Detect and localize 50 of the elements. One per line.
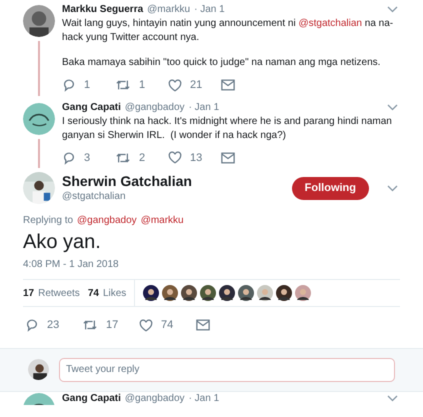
tweet-date[interactable]: · Jan 1 — [194, 3, 225, 16]
chevron-icon[interactable] — [387, 104, 398, 110]
tweet-text: I seriously think na hack. It's midnight where he is and parang hindi naman ganyan si Sherwin IRL. (I wonder if na hack nga?) — [62, 114, 393, 142]
tweet-text: Wait lang guys, hintayin natin yung announcement ni @stgatchalian na na-hack yung Twitter account nya. — [62, 17, 394, 45]
like-count: 21 — [190, 78, 202, 93]
author-handle[interactable]: @gangbadoy — [124, 100, 185, 114]
envelope-icon[interactable] — [196, 319, 210, 332]
chevron-icon[interactable] — [387, 184, 398, 192]
retweet-icon[interactable] — [82, 318, 98, 332]
retweet-count: 2 — [139, 150, 146, 166]
retweets-label[interactable]: Retweets — [38, 286, 80, 300]
tweet-date[interactable]: · Jan 1 — [188, 100, 220, 114]
following-button[interactable]: Following — [292, 176, 369, 200]
tweet-timestamp[interactable]: 4:08 PM - 1 Jan 2018 — [23, 258, 400, 271]
chevron-icon[interactable] — [387, 395, 398, 402]
reply-field[interactable]: Tweet your reply — [59, 358, 395, 382]
mention-link[interactable]: @markku — [140, 214, 184, 227]
reply-icon[interactable] — [62, 150, 76, 165]
author-name[interactable]: Gang Capati — [62, 392, 121, 404]
replying-to-label: Replying to — [23, 214, 74, 227]
likes-label[interactable]: Likes — [102, 286, 126, 300]
tweet-text: Ako yan. — [23, 230, 102, 254]
reply-count: 3 — [84, 150, 90, 166]
heart-icon[interactable] — [139, 318, 153, 332]
reply-count: 23 — [47, 318, 60, 333]
retweet-icon[interactable] — [115, 150, 131, 165]
heart-icon[interactable] — [168, 78, 182, 92]
mention-link[interactable]: @gangbadoy — [77, 214, 137, 227]
author-handle[interactable]: @markku — [147, 3, 190, 16]
author-handle[interactable]: @stgatchalian — [62, 190, 192, 203]
likes-count[interactable]: 74 — [88, 286, 99, 300]
like-count: 74 — [161, 318, 174, 333]
like-count: 13 — [190, 150, 202, 166]
author-handle[interactable]: @gangbadoy — [124, 392, 185, 404]
retweets-count[interactable]: 17 — [23, 286, 34, 300]
tweet-text: Baka mamaya sabihin "too quick to judge" na naman ang mga netizens. — [62, 56, 382, 70]
retweet-count: 1 — [139, 78, 146, 93]
reply-icon[interactable] — [25, 318, 39, 332]
tweet-date[interactable]: · Jan 1 — [188, 392, 220, 404]
reply-icon[interactable] — [62, 78, 76, 92]
heart-icon[interactable] — [168, 151, 182, 164]
chevron-icon[interactable] — [387, 6, 398, 13]
author-name[interactable]: Sherwin Gatchalian — [62, 173, 192, 190]
author-name[interactable]: Gang Capati — [62, 100, 121, 114]
retweet-icon[interactable] — [115, 78, 131, 92]
author-name[interactable]: Markku Seguerra — [62, 3, 144, 16]
envelope-icon[interactable] — [221, 79, 235, 92]
reply-count: 1 — [84, 78, 90, 93]
retweet-count: 17 — [106, 318, 118, 333]
envelope-icon[interactable] — [221, 152, 235, 164]
